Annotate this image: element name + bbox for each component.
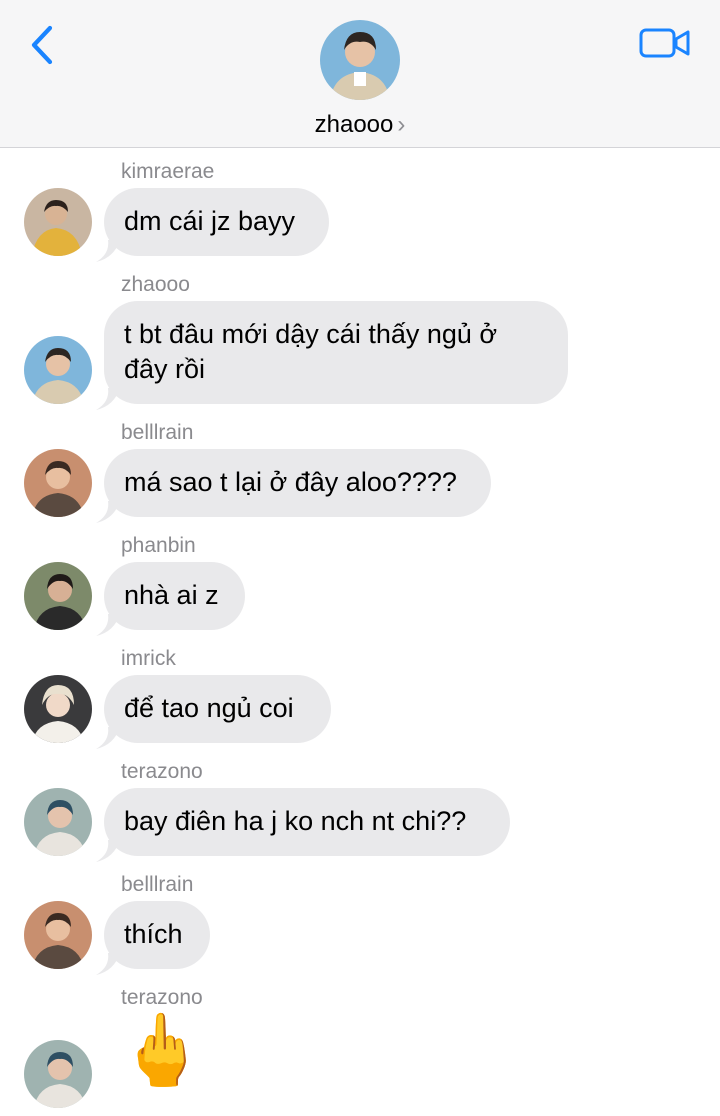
contact-name-button[interactable]: zhaooo ›	[0, 111, 720, 139]
avatar[interactable]	[24, 562, 92, 630]
message-text-line: đây rồi	[124, 354, 206, 384]
contact-name: zhaooo	[314, 111, 394, 138]
conversation-header: zhaooo ›	[0, 0, 720, 148]
message-bubble[interactable]: để tao ngủ coi	[104, 675, 331, 743]
back-button[interactable]	[24, 22, 64, 68]
chevron-right-icon: ›	[397, 111, 406, 138]
message-text: dm cái jz bayy	[124, 206, 296, 236]
message-text: thích	[124, 919, 183, 949]
avatar[interactable]	[24, 336, 92, 404]
avatar[interactable]	[24, 675, 92, 743]
sender-name: belllrain	[121, 873, 194, 896]
emoji-message[interactable]: 🖕	[118, 1010, 205, 1090]
message-text: bay điên ha j ko nch nt chi??	[124, 806, 467, 836]
sender-name: terazono	[121, 986, 203, 1009]
message-text: để tao ngủ coi	[124, 693, 294, 723]
message-text-line: t bt đâu mới dậy cái thấy ngủ ở	[124, 319, 498, 349]
sender-name: kimraerae	[121, 160, 215, 183]
message-bubble[interactable]: nhà ai z	[104, 562, 245, 630]
sender-name: imrick	[121, 647, 176, 670]
message-bubble[interactable]: bay điên ha j ko nch nt chi??	[104, 788, 510, 856]
message-bubble[interactable]: thích	[104, 901, 210, 969]
avatar[interactable]	[24, 449, 92, 517]
message-text: nhà ai z	[124, 580, 219, 610]
avatar[interactable]	[24, 1040, 92, 1108]
message-bubble[interactable]: t bt đâu mới dậy cái thấy ngủ ở đây rồi	[104, 301, 568, 404]
sender-name: terazono	[121, 760, 203, 783]
chevron-left-icon	[31, 25, 53, 65]
video-camera-icon	[639, 28, 690, 58]
sender-name: zhaooo	[121, 273, 190, 296]
avatar[interactable]	[24, 901, 92, 969]
message-bubble[interactable]: má sao t lại ở đây aloo????	[104, 449, 491, 517]
video-call-button[interactable]	[638, 24, 692, 62]
avatar[interactable]	[24, 188, 92, 256]
message-bubble[interactable]: dm cái jz bayy	[104, 188, 329, 256]
avatar[interactable]	[24, 788, 92, 856]
sender-name: belllrain	[121, 421, 194, 444]
contact-avatar[interactable]	[320, 20, 400, 100]
message-text: má sao t lại ở đây aloo????	[124, 467, 457, 497]
sender-name: phanbin	[121, 534, 196, 557]
